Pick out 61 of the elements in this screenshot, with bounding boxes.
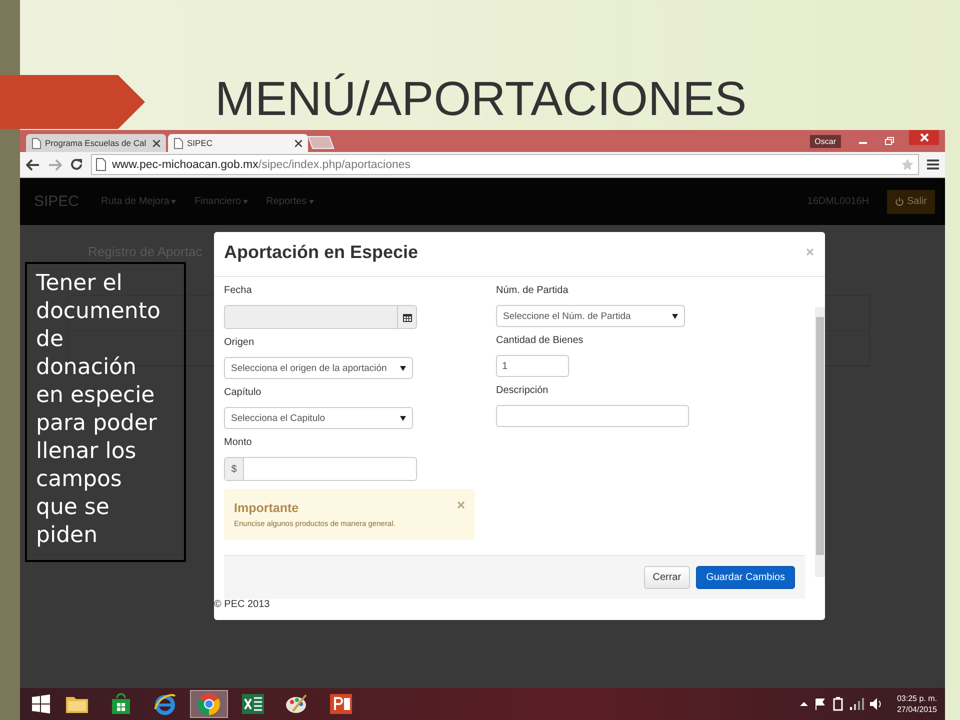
battery-icon[interactable]	[832, 697, 844, 711]
field-label: Cantidad de Bienes	[496, 335, 584, 348]
date-field[interactable]	[224, 305, 417, 329]
star-icon[interactable]	[901, 158, 914, 171]
browser-tab[interactable]: Programa Escuelas de Cal	[26, 134, 166, 152]
url-text: www.pec-michoacan.gob.mx/sipec/index.php/aportaciones	[112, 158, 412, 170]
field-label: Origen	[224, 337, 256, 350]
slide-title: MENÚ/APORTACIONES	[215, 73, 747, 127]
menu-icon[interactable]	[927, 159, 939, 170]
save-button[interactable]: Guardar Cambios	[696, 566, 795, 590]
description-field[interactable]	[496, 405, 689, 427]
close-icon[interactable]	[295, 140, 302, 146]
dropdown[interactable]: Seleccione el Núm. de Partida	[496, 305, 685, 327]
window-close-button[interactable]	[909, 130, 939, 145]
close-icon	[920, 133, 928, 142]
caret-icon	[672, 314, 678, 318]
shopping-bag-icon	[111, 693, 131, 715]
caret-icon	[308, 200, 314, 204]
clock[interactable]: 03:25 p. m. 27/04/2015	[896, 693, 937, 715]
restore-icon[interactable]	[883, 136, 895, 146]
reload-icon[interactable]	[70, 158, 83, 171]
palette-icon	[285, 693, 309, 715]
close-button[interactable]: Cerrar	[644, 566, 690, 590]
back-icon[interactable]	[26, 158, 40, 170]
power-icon	[894, 197, 904, 206]
field-label: Descripción	[496, 385, 550, 398]
caret-icon	[400, 366, 406, 370]
page-icon	[174, 138, 183, 148]
dropdown[interactable]: Selecciona el origen de la aportación	[224, 357, 413, 379]
callout-text: Tener el documento de donación en especie para poder llenar los campos que se piden	[36, 270, 162, 550]
modal-title: Aportación en Especie	[224, 242, 418, 262]
caret-icon	[243, 200, 248, 204]
scrollbar[interactable]	[815, 307, 825, 577]
amount-field[interactable]: $	[224, 457, 417, 481]
caret-icon	[400, 416, 406, 420]
page-icon	[32, 138, 41, 148]
browser-app[interactable]	[190, 690, 228, 718]
field-label: Capítulo	[224, 387, 262, 400]
tray-arrow-icon[interactable]	[800, 701, 808, 707]
dropdown[interactable]: Selecciona el Capitulo	[224, 407, 413, 429]
alert-title: Importante	[234, 501, 300, 515]
signal-icon[interactable]	[850, 698, 864, 710]
calendar-icon[interactable]	[402, 312, 412, 322]
new-tab-button[interactable]	[308, 136, 334, 149]
speaker-icon[interactable]	[870, 698, 883, 710]
browser-tab[interactable]: SIPEC	[168, 134, 308, 152]
quantity-field[interactable]: 1	[496, 355, 569, 377]
clock-time: 03:25 p. m.	[896, 693, 937, 704]
address-field[interactable]: www.pec-michoacan.gob.mx/sipec/index.php/aportaciones	[91, 154, 919, 175]
windows-start-icon[interactable]	[30, 693, 52, 715]
clock-date: 27/04/2015	[896, 704, 937, 715]
field-label: Monto	[224, 437, 253, 450]
field-label: Núm. de Partida	[496, 285, 570, 298]
footer-text: © PEC 2013	[214, 599, 271, 612]
close-icon[interactable]	[153, 140, 160, 146]
logout-button[interactable]: Salir	[887, 190, 935, 214]
profile-name[interactable]: Oscar	[810, 134, 841, 148]
caret-icon	[171, 200, 176, 204]
flag-icon[interactable]	[814, 698, 826, 710]
field-label: Fecha	[224, 285, 253, 298]
page-icon	[96, 158, 106, 171]
